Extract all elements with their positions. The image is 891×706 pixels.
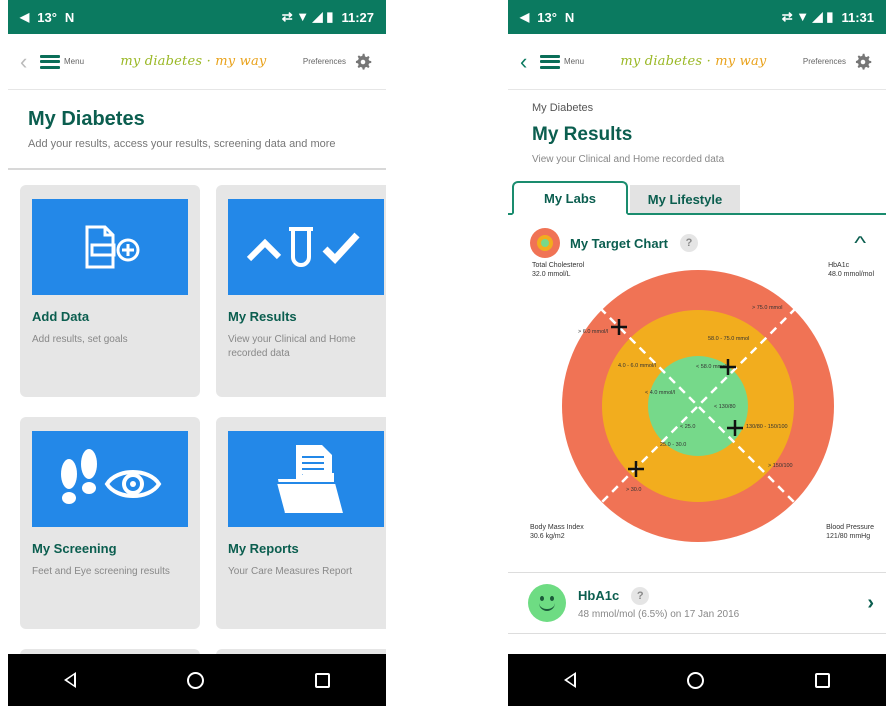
back-chevron-icon[interactable]: ‹ xyxy=(20,49,34,75)
nav-home-icon[interactable] xyxy=(686,671,704,689)
nav-home-icon[interactable] xyxy=(186,671,204,689)
zone-label: > 6.0 mmol/l xyxy=(578,329,608,335)
page-title: My Results xyxy=(532,124,633,145)
add-data-tile[interactable]: Add Data Add results, set goals xyxy=(20,185,200,397)
zone-label: 25.0 - 30.0 xyxy=(660,442,686,448)
temperature: 13° xyxy=(537,9,557,25)
happy-face-icon xyxy=(528,584,566,622)
tile-image xyxy=(32,199,188,295)
navigation-arrow-icon: ◀ xyxy=(520,10,530,24)
target-chart-title: My Target Chart xyxy=(570,235,668,251)
tab-my-labs[interactable]: My Labs xyxy=(512,181,628,215)
zone-label: 4.0 - 6.0 mmol/l xyxy=(618,363,656,369)
tile-description: Your Care Measures Report xyxy=(228,566,353,577)
my-screening-tile[interactable]: My Screening Feet and Eye screening resu… xyxy=(20,417,200,629)
tile-image xyxy=(32,431,188,527)
gear-icon xyxy=(855,53,872,70)
signal-icons: ⇄ ▼ ◢ ▮ xyxy=(281,9,334,24)
tile-title: My Screening xyxy=(32,541,117,556)
nav-recent-icon[interactable] xyxy=(815,672,831,688)
zone-label: < 25.0 xyxy=(680,424,695,430)
chevron-right-icon[interactable]: › xyxy=(867,592,874,615)
my-results-tile[interactable]: My Results View your Clinical and Home r… xyxy=(216,185,386,397)
nav-back-icon[interactable] xyxy=(563,672,576,688)
tile-description: Add results, set goals xyxy=(32,334,128,345)
breadcrumb[interactable]: My Diabetes xyxy=(508,90,886,114)
collapse-chevron-icon[interactable]: ^ xyxy=(854,233,866,254)
brand-logo: my diabetes · my way xyxy=(120,54,267,69)
tile-title: My Reports xyxy=(228,541,299,556)
tile-description: View your Clinical and Home recorded dat… xyxy=(228,334,356,359)
zone-label: > 30.0 xyxy=(626,487,641,493)
navigation-arrow-icon: ◀ xyxy=(20,10,30,24)
target-rings: > 6.0 mmol/l 4.0 - 6.0 mmol/l < 4.0 mmol… xyxy=(562,270,834,542)
hba1c-result-row[interactable]: HbA1c ? 48 mmol/mol (6.5%) on 17 Jan 201… xyxy=(508,572,886,634)
preferences-label: Preferences xyxy=(302,57,346,66)
status-bar: ◀ 13° N ⇄ ▼ ◢ ▮ 11:31 xyxy=(508,0,886,34)
folder-document-icon xyxy=(274,445,345,514)
nav-recent-icon[interactable] xyxy=(315,672,331,688)
zone-label: 58.0 - 75.0 mmol xyxy=(708,336,749,342)
page-subtitle: View your Clinical and Home recorded dat… xyxy=(532,154,725,165)
footprints-eye-icon xyxy=(61,449,162,504)
notification-icon: N xyxy=(564,9,575,25)
zone-label: 130/80 - 150/100 xyxy=(746,424,788,430)
tile-grid: Add Data Add results, set goals My Resul… xyxy=(8,170,386,693)
tab-bar: My Labs My Lifestyle xyxy=(508,179,886,215)
zone-label: < 4.0 mmol/l xyxy=(645,390,675,396)
tile-image xyxy=(228,199,384,295)
app-bar: ‹ Menu my diabetes · my way Preferences xyxy=(508,34,886,90)
help-icon[interactable]: ? xyxy=(680,234,698,252)
clock: 11:27 xyxy=(341,9,374,25)
back-chevron-icon[interactable]: ‹ xyxy=(520,49,534,75)
menu-button[interactable]: Menu xyxy=(40,54,85,69)
zone-label: < 130/80 xyxy=(714,404,736,410)
target-chart-header[interactable]: My Target Chart ? ^ xyxy=(508,215,886,261)
page-title: My Diabetes xyxy=(28,108,145,130)
nav-back-icon[interactable] xyxy=(63,672,76,688)
page-header: My Diabetes Add your results, access you… xyxy=(8,90,386,170)
preferences-label: Preferences xyxy=(802,57,846,66)
zone-label: > 75.0 mmol xyxy=(752,305,782,311)
tab-my-lifestyle[interactable]: My Lifestyle xyxy=(630,185,740,213)
gear-icon xyxy=(355,53,372,70)
brand-logo: my diabetes · my way xyxy=(620,54,767,69)
hamburger-icon xyxy=(40,54,60,69)
app-bar: ‹ Menu my diabetes · my way Preferences xyxy=(8,34,386,90)
clock: 11:31 xyxy=(841,9,874,25)
signal-icons: ⇄ ▼ ◢ ▮ xyxy=(781,9,834,24)
preferences-button[interactable]: Preferences xyxy=(803,51,874,73)
zone-label: > 150/100 xyxy=(768,463,793,469)
tile-image xyxy=(228,431,384,527)
target-chart: Total Cholesterol 32.0 mmol/L HbA1c 48.0 m… xyxy=(508,261,886,551)
my-reports-tile[interactable]: My Reports Your Care Measures Report xyxy=(216,417,386,629)
add-data-icon xyxy=(85,225,140,269)
menu-button[interactable]: Menu xyxy=(540,54,585,69)
result-name: HbA1c xyxy=(578,588,620,603)
status-bar: ◀ 13° N ⇄ ▼ ◢ ▮ 11:27 xyxy=(8,0,386,34)
tile-title: My Results xyxy=(228,309,297,324)
hamburger-icon xyxy=(540,54,560,69)
tile-title: Add Data xyxy=(32,309,90,324)
notification-icon: N xyxy=(64,9,75,25)
help-icon[interactable]: ? xyxy=(631,586,650,605)
android-nav-bar xyxy=(508,654,886,706)
preferences-button[interactable]: Preferences xyxy=(303,51,374,73)
result-value: 48 mmol/mol (6.5%) on 17 Jan 2016 xyxy=(578,608,740,620)
temperature: 13° xyxy=(37,9,57,25)
android-nav-bar xyxy=(8,654,386,706)
page-subtitle: Add your results, access your results, s… xyxy=(28,138,336,150)
target-icon xyxy=(530,228,560,258)
menu-label: Menu xyxy=(564,57,585,66)
results-graph-icon xyxy=(246,227,360,267)
tile-description: Feet and Eye screening results xyxy=(32,566,170,577)
menu-label: Menu xyxy=(64,57,85,66)
phone-screen-right: ◀ 13° N ⇄ ▼ ◢ ▮ 11:31 ‹ Menu my diabetes… xyxy=(508,0,886,706)
phone-screen-left: ◀ 13° N ⇄ ▼ ◢ ▮ 11:27 ‹ Menu my diabetes… xyxy=(8,0,386,706)
